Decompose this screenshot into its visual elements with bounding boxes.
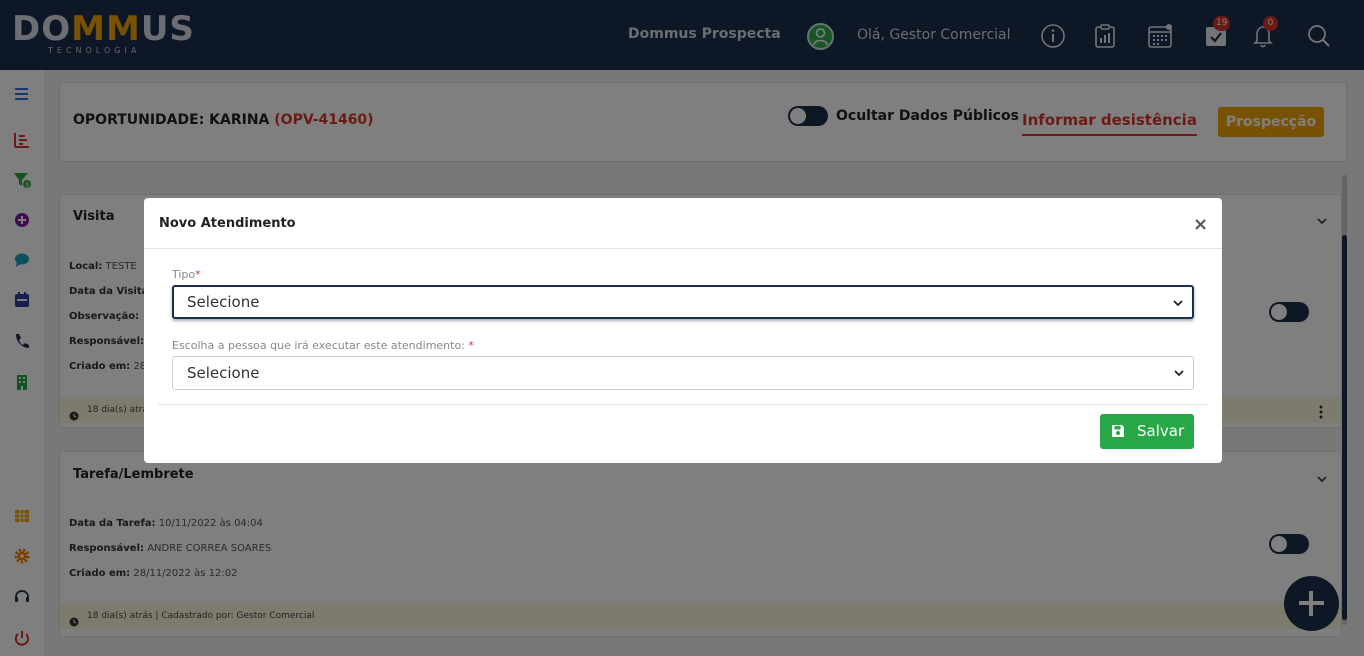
modal-title: Novo Atendimento xyxy=(159,216,296,231)
tipo-select[interactable]: Selecione xyxy=(172,285,1194,319)
save-icon xyxy=(1112,425,1124,437)
pessoa-label: Escolha a pessoa que irá executar este a… xyxy=(172,339,474,352)
tipo-select-value: Selecione xyxy=(187,293,260,311)
close-icon[interactable]: × xyxy=(1193,214,1208,235)
chevron-down-icon xyxy=(1173,300,1183,307)
save-button-label: Salvar xyxy=(1137,422,1185,440)
modal-footer-divider xyxy=(158,404,1208,405)
tipo-label: Tipo* xyxy=(172,268,201,281)
save-button[interactable]: Salvar xyxy=(1100,414,1194,449)
chevron-down-icon xyxy=(1174,370,1184,377)
pessoa-select-value: Selecione xyxy=(187,364,260,382)
modal-header-divider xyxy=(144,248,1222,249)
pessoa-select[interactable]: Selecione xyxy=(172,356,1194,390)
novo-atendimento-modal: Novo Atendimento × Tipo* Selecione Escol… xyxy=(144,198,1222,463)
